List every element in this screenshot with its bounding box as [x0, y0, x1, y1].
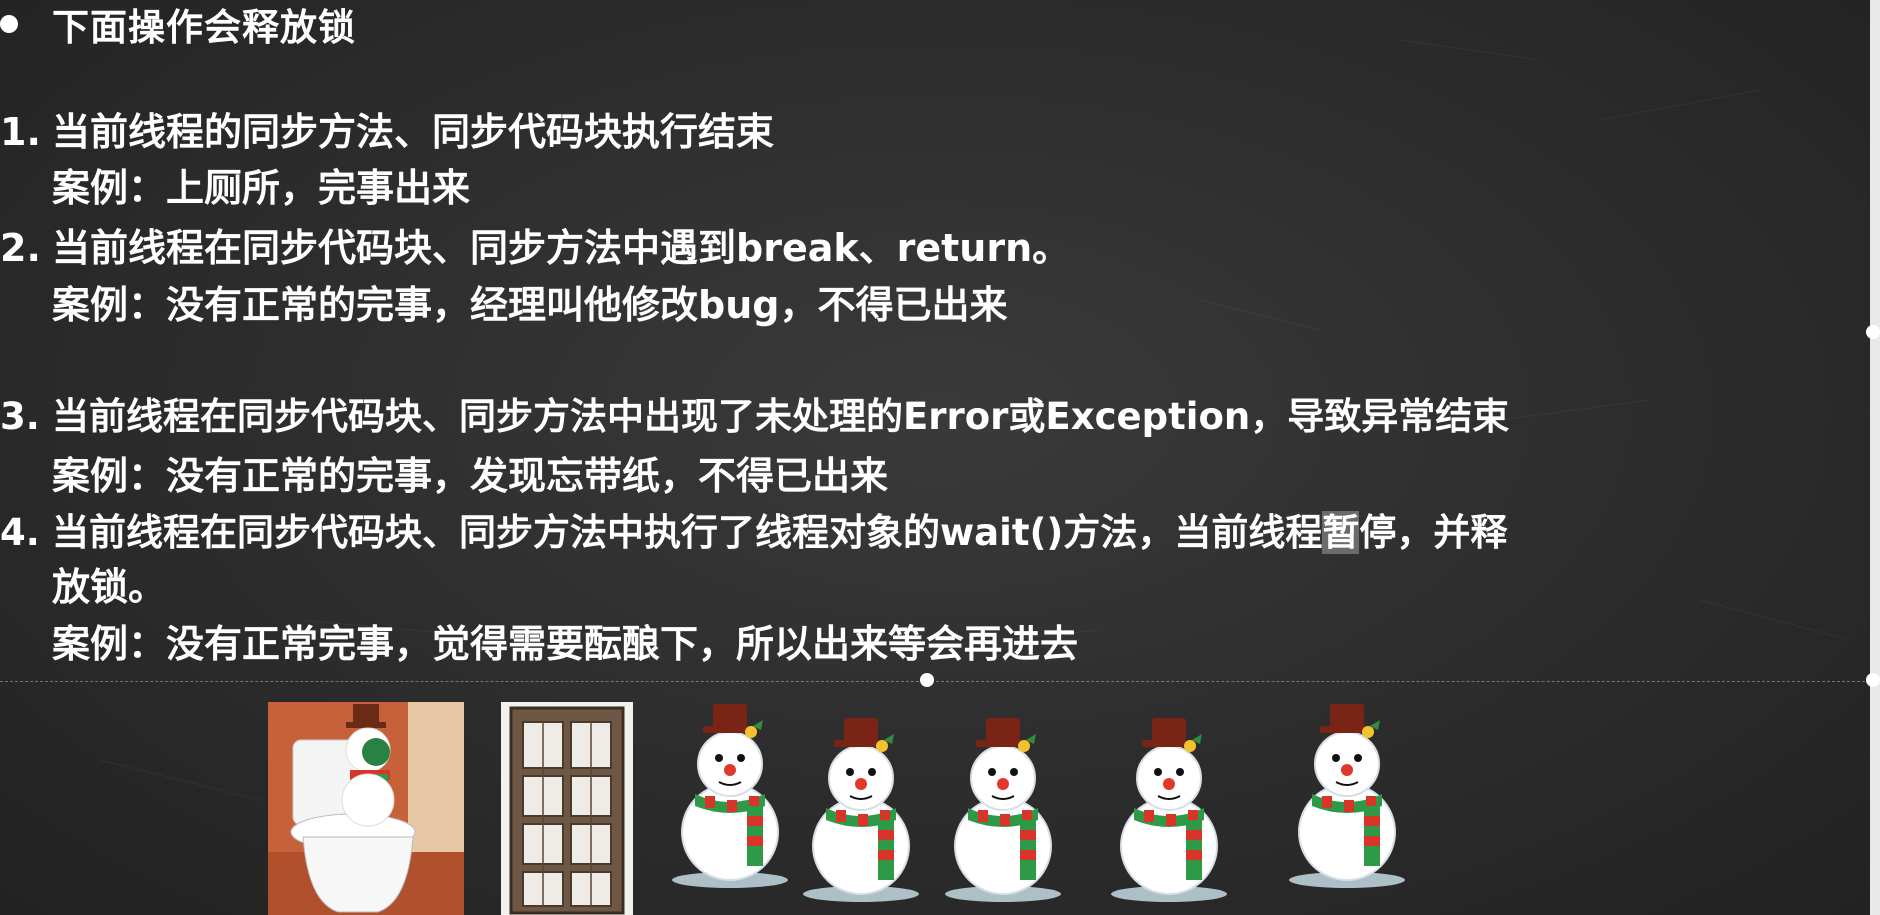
resize-handle-bottom-right[interactable]: [1866, 673, 1880, 687]
item-4-number: 4.: [0, 511, 40, 554]
item-1-main: 1. 当前线程的同步方法、同步代码块执行结束: [0, 108, 774, 156]
item-2-text: 当前线程在同步代码块、同步方法中遇到break、return。: [52, 226, 1071, 270]
snowman-icon: [945, 718, 1061, 902]
snowman-icon: [1289, 704, 1405, 888]
item-3-number: 3.: [0, 395, 40, 438]
item-2-number: 2.: [0, 226, 41, 270]
bullet-icon: [0, 15, 18, 33]
snowman-icon: [1111, 718, 1227, 902]
item-3-main: 3. 当前线程在同步代码块、同步方法中出现了未处理的Error或Exceptio…: [0, 393, 1509, 441]
item-4-continuation: 放锁。: [52, 565, 167, 609]
toilet-image: [268, 702, 464, 915]
item-1-example: 案例：上厕所，完事出来: [52, 166, 471, 210]
item-2-example: 案例：没有正常的完事，经理叫他修改bug，不得已出来: [52, 283, 1008, 327]
snowman-icon: [803, 718, 919, 902]
item-4-main: 4. 当前线程在同步代码块、同步方法中执行了线程对象的wait()方法，当前线程…: [0, 509, 1507, 557]
slide-title: 下面操作会释放锁: [52, 6, 356, 49]
window-edge-strip: [1870, 0, 1880, 915]
snowman-icon: [672, 704, 788, 888]
item-4-text-after: 停，并释: [1359, 511, 1508, 554]
item-4-text-before: 当前线程在同步代码块、同步方法中执行了线程对象的wait()方法，当前线程: [52, 511, 1323, 554]
item-3-text: 当前线程在同步代码块、同步方法中出现了未处理的Error或Exception，导…: [52, 395, 1510, 438]
item-4-example: 案例：没有正常完事，觉得需要酝酿下，所以出来等会再进去: [52, 622, 1079, 666]
item-4-highlighted-char: 暂: [1322, 511, 1360, 554]
resize-handle-right-mid[interactable]: [1866, 325, 1880, 339]
item-2-main: 2. 当前线程在同步代码块、同步方法中遇到break、return。: [0, 224, 1070, 272]
resize-handle-bottom-mid[interactable]: [920, 673, 934, 687]
selection-frame-border: [0, 681, 1870, 683]
door-image: [501, 702, 633, 915]
slide-title-row: 下面操作会释放锁: [0, 0, 356, 49]
item-1-number: 1.: [0, 110, 41, 154]
item-1-text: 当前线程的同步方法、同步代码块执行结束: [52, 110, 775, 154]
item-3-example: 案例：没有正常的完事，发现忘带纸，不得已出来: [52, 454, 889, 498]
